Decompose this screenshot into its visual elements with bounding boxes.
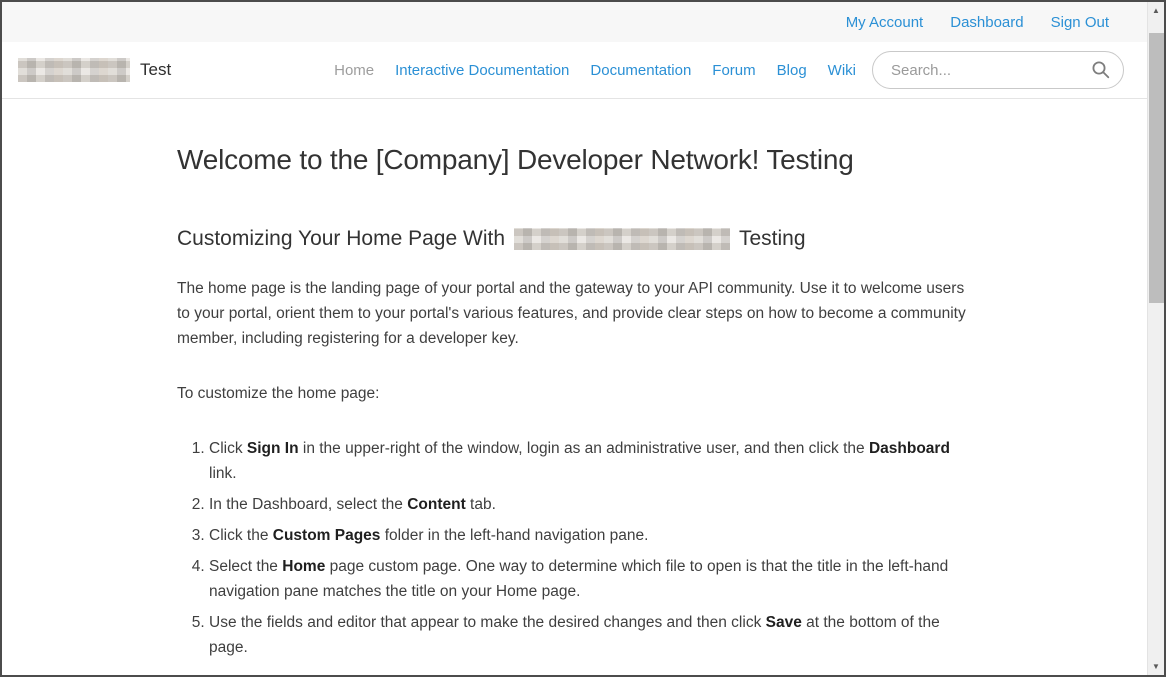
text-segment: Custom Pages xyxy=(273,527,381,544)
scroll-down-icon[interactable]: ▼ xyxy=(1148,658,1164,675)
text-segment: folder in the left-hand navigation pane. xyxy=(380,527,648,544)
list-item: Click the Custom Pages folder in the lef… xyxy=(209,523,977,548)
text-segment: link. xyxy=(209,465,237,482)
intro-paragraph: The home page is the landing page of you… xyxy=(177,276,977,351)
top-bar: My Account Dashboard Sign Out xyxy=(2,2,1164,42)
section-heading-suffix: Testing xyxy=(739,227,806,251)
text-segment: Sign In xyxy=(247,440,299,457)
site-logo[interactable]: Test xyxy=(18,58,171,82)
section-heading: Customizing Your Home Page With Testing xyxy=(177,227,1012,251)
text-segment: Content xyxy=(407,496,466,513)
scroll-up-icon[interactable]: ▲ xyxy=(1148,2,1164,19)
list-intro: To customize the home page: xyxy=(177,381,977,406)
text-segment: Home xyxy=(282,558,325,575)
text-segment: Click the xyxy=(209,527,273,544)
text-segment: Click xyxy=(209,440,247,457)
search-icon[interactable] xyxy=(1091,60,1111,80)
text-segment: Dashboard xyxy=(869,440,950,457)
nav-item-interactive-documentation[interactable]: Interactive Documentation xyxy=(395,62,569,79)
redacted-product-name xyxy=(514,228,730,250)
section-heading-prefix: Customizing Your Home Page With xyxy=(177,227,505,251)
list-item: Use the fields and editor that appear to… xyxy=(209,610,977,660)
search-input[interactable] xyxy=(872,51,1124,89)
scrollbar-thumb[interactable] xyxy=(1149,33,1164,303)
page-title: Welcome to the [Company] Developer Netwo… xyxy=(177,144,1012,176)
nav-item-documentation[interactable]: Documentation xyxy=(590,62,691,79)
redacted-logo-image xyxy=(18,58,130,82)
sign-out-link[interactable]: Sign Out xyxy=(1051,14,1109,31)
list-item: Click Sign In in the upper-right of the … xyxy=(209,436,977,486)
site-logo-text: Test xyxy=(140,60,171,80)
text-segment: tab. xyxy=(466,496,496,513)
primary-nav: Home Interactive Documentation Documenta… xyxy=(334,62,856,79)
page-content: Welcome to the [Company] Developer Netwo… xyxy=(2,99,1012,677)
nav-item-blog[interactable]: Blog xyxy=(777,62,807,79)
vertical-scrollbar[interactable]: ▲ ▼ xyxy=(1147,2,1164,675)
browser-viewport: My Account Dashboard Sign Out Test Home … xyxy=(0,0,1166,677)
nav-item-wiki[interactable]: Wiki xyxy=(828,62,856,79)
main-navbar: Test Home Interactive Documentation Docu… xyxy=(2,42,1164,99)
nav-item-forum[interactable]: Forum xyxy=(712,62,755,79)
text-segment: In the Dashboard, select the xyxy=(209,496,407,513)
nav-item-home[interactable]: Home xyxy=(334,62,374,79)
text-segment: Select the xyxy=(209,558,282,575)
customize-steps-list: Click Sign In in the upper-right of the … xyxy=(177,436,977,660)
text-segment: Use the fields and editor that appear to… xyxy=(209,614,766,631)
search-box xyxy=(872,51,1124,89)
dashboard-link[interactable]: Dashboard xyxy=(950,14,1023,31)
text-segment: in the upper-right of the window, login … xyxy=(299,440,869,457)
list-item: Select the Home page custom page. One wa… xyxy=(209,554,977,604)
list-item: In the Dashboard, select the Content tab… xyxy=(209,492,977,517)
my-account-link[interactable]: My Account xyxy=(846,14,924,31)
text-segment: Save xyxy=(766,614,802,631)
